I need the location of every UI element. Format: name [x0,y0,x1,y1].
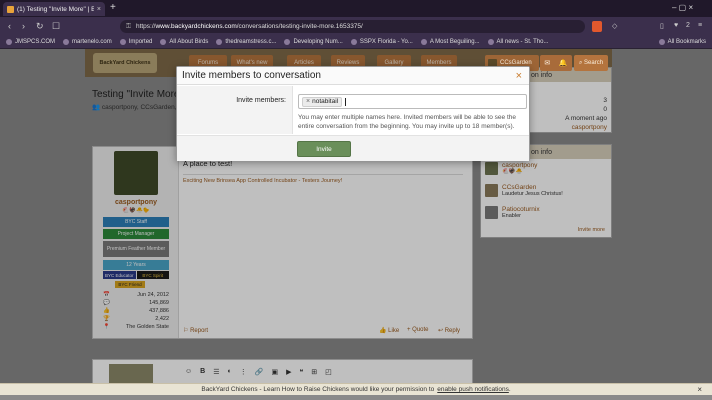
reload-icon[interactable]: ↻ [36,21,44,31]
folder-icon [119,39,126,45]
alerts-icon[interactable]: 🔔 [559,59,568,67]
bookmark-item[interactable]: Developing Num... [284,39,343,45]
dialog-footer: Invite [177,135,529,161]
browser-tab-active[interactable]: (1) Testing "Invite More" | B × [3,2,105,16]
brave-shield-icon[interactable] [592,21,602,32]
invite-members-input[interactable]: × notabitail [298,94,527,109]
extensions-icon[interactable]: ◇ [612,22,617,30]
enable-push-link[interactable]: enable push notifications [437,386,509,393]
browser-tab-bar: (1) Testing "Invite More" | B × + – ▢ × [0,0,712,17]
site-favicon-icon [7,5,14,13]
back-arrow-icon[interactable]: ‹ [8,21,11,31]
member-token[interactable]: × notabitail [302,96,343,107]
notification-count: 2 [686,22,690,29]
bookmarks-bar: JMSPCS.COM martenelo.com Imported All Ab… [0,36,712,49]
address-url: https://www.backyardchickens.com/convers… [135,23,363,30]
tab-title: (1) Testing "Invite More" | B [17,5,94,13]
close-icon[interactable]: × [516,70,522,82]
search-icon: ⌕ [578,59,583,66]
bookmark-icon [284,39,291,45]
bookmark-item[interactable]: SSPX Florida - Yo... [350,39,413,45]
bookmark-item[interactable]: All About Birds [160,39,208,45]
bookmark-item[interactable]: A Most Beguiling... [420,39,480,45]
bookmark-icon [6,39,12,45]
close-icon[interactable]: × [697,385,702,394]
page-bottom [0,395,712,400]
bookmark-icon[interactable]: ☐ [52,21,60,31]
bookmark-folder[interactable]: Imported [119,39,152,45]
bookmark-item[interactable]: martenelo.com [63,39,112,45]
form-label-column: Invite members: [177,86,293,134]
text-caret [345,97,347,106]
menu-icon[interactable]: ≡ [698,22,702,29]
invite-members-label: Invite members: [236,97,286,104]
invite-members-dialog: Invite members to conversation × Invite … [176,66,530,161]
search-button[interactable]: ⌕ Search [574,55,608,71]
bookmark-icon [160,39,167,45]
bookmark-icon [420,39,427,45]
header-icons: ✉ 🔔 [540,55,572,71]
notifications-icon[interactable]: ♥ [674,22,678,29]
invite-help-text: You may enter multiple names here. Invit… [298,114,516,130]
bookmark-icon [216,39,223,45]
tab-close-icon[interactable]: × [97,6,101,13]
inbox-icon[interactable]: ✉ [544,59,550,67]
push-notification-bar: BackYard Chickens - Learn How to Raise C… [0,383,712,395]
dialog-title: Invite members to conversation [177,67,529,85]
new-tab-button[interactable]: + [110,2,116,14]
bookmark-icon [350,39,357,45]
forward-arrow-icon[interactable]: › [22,21,25,31]
remove-token-icon[interactable]: × [306,98,310,105]
bookmark-item[interactable]: All news - St. Tho... [487,39,548,45]
invite-button[interactable]: Invite [297,141,351,157]
all-bookmarks[interactable]: All Bookmarks [658,39,706,45]
address-bar[interactable]: ⚿ https://www.backyardchickens.com/conve… [120,20,585,33]
lock-icon: ⚿ [126,22,131,30]
window-controls[interactable]: – ▢ × [672,3,693,12]
invite-form-row: Invite members: × notabitail You may ent… [177,86,529,134]
bookmark-item[interactable]: JMSPCS.COM [6,39,55,45]
browser-toolbar: ‹ › ↻ ☐ ⚿ https://www.backyardchickens.c… [0,17,712,36]
bookmark-icon [63,39,70,45]
bookmark-item[interactable]: thedreamstress.c... [216,39,276,45]
bookmark-icon [487,39,494,45]
sidebar-icon[interactable]: ▯ [660,22,664,30]
folder-icon [658,39,665,45]
